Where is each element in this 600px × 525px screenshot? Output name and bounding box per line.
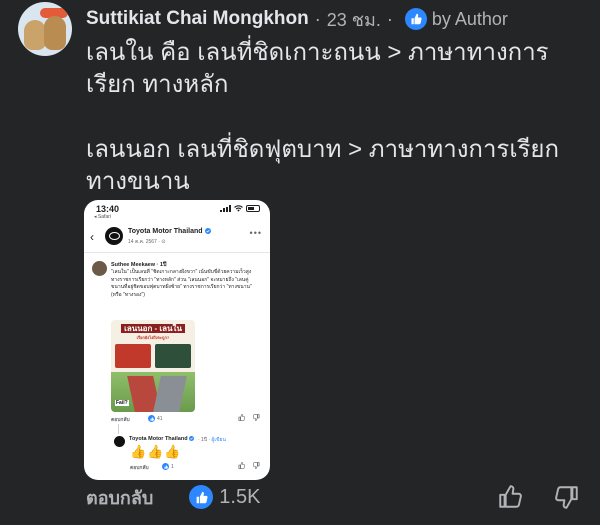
- like-icon: [162, 463, 169, 470]
- reaction-count: 1.5K: [219, 485, 261, 508]
- comment-line-3: เลนนอก เลนที่ชิดฟุตบาท > ภาษาทางการเรียก: [86, 136, 560, 163]
- reply-author-name[interactable]: Toyota Motor Thailand: [129, 436, 195, 442]
- avatar-figure-left: [24, 20, 46, 50]
- status-time: 13:40: [96, 204, 120, 214]
- reply-emoji: 👍👍👍: [130, 444, 182, 459]
- thumbs-down-icon[interactable]: [554, 484, 580, 510]
- like-icon: [148, 415, 155, 422]
- status-app-back: ◂ Safari: [94, 214, 111, 220]
- verified-icon: [189, 436, 195, 442]
- divider: [84, 252, 270, 253]
- comment-timestamp[interactable]: 23 ชม.: [327, 5, 381, 34]
- like-reaction-icon: [189, 485, 214, 509]
- infographic-fail-label: Fail?: [115, 400, 129, 406]
- page-name-text: Toyota Motor Thailand: [128, 228, 203, 235]
- reaction-summary[interactable]: 1.5K: [189, 485, 260, 509]
- separator-dot: ·: [386, 8, 393, 29]
- reaction-count-text: 1: [171, 463, 174, 470]
- battery-icon: [246, 205, 260, 212]
- infographic-panel-red: [115, 344, 151, 368]
- infographic-subtitle: เรียกยังไงถึงจะถูก?: [136, 335, 170, 340]
- reply-link[interactable]: ตอบกลับ: [130, 464, 149, 472]
- wifi-icon: [234, 205, 243, 212]
- comment-actions: [238, 414, 260, 421]
- commenter-text: "เลนใน" เป็นเลนที่ "ชิดเกาะกลางฝั่งขวา" …: [111, 269, 252, 298]
- comment-footer: ตอบกลับ 1.5K: [86, 484, 260, 510]
- reply-author-text: Toyota Motor Thailand: [129, 436, 188, 442]
- reaction-count[interactable]: 1: [162, 463, 174, 470]
- author-name[interactable]: Suttikiat Chai Mongkhon: [86, 8, 309, 30]
- page-name[interactable]: Toyota Motor Thailand: [128, 228, 211, 235]
- separator-dot: ·: [314, 8, 321, 29]
- reaction-count[interactable]: 41: [148, 415, 163, 422]
- reply-button[interactable]: ตอบกลับ: [86, 483, 153, 512]
- toyota-logo-icon: [105, 227, 123, 245]
- comment-line-2: เรียก ทางหลัก: [86, 71, 229, 98]
- attached-screenshot[interactable]: 13:40 ◂ Safari ‹ Toyota Motor Thailand 1…: [84, 200, 270, 480]
- reply-author-badge: ผู้เขียน: [211, 437, 226, 443]
- comment-line-4: ทางขนาน: [86, 168, 190, 195]
- author-badge: by Author: [404, 8, 508, 30]
- thumbs-up-icon[interactable]: [238, 462, 245, 469]
- reply-meta: · 1ปี · ผู้เขียน: [198, 436, 226, 444]
- status-icons: [220, 205, 260, 212]
- thumbs-up-icon[interactable]: [238, 414, 245, 421]
- reply-actions: [238, 462, 260, 469]
- thumbs-up-icon[interactable]: [497, 484, 523, 510]
- toyota-logo-icon: [114, 436, 125, 447]
- thread-line: [118, 424, 119, 434]
- reaction-count-text: 41: [157, 415, 163, 422]
- infographic-image[interactable]: เลนนอก - เลนใน เรียกยังไงถึงจะถูก? Fail?: [111, 320, 195, 412]
- thumbs-down-icon[interactable]: [253, 462, 260, 469]
- infographic-panel-green: [155, 344, 191, 368]
- avatar-figure-right: [44, 16, 66, 50]
- reply-meta-text: · 1ปี ·: [198, 437, 212, 443]
- reply-link[interactable]: ตอบกลับ: [111, 416, 130, 424]
- back-chevron-icon[interactable]: ‹: [90, 230, 94, 244]
- signal-icon: [220, 205, 231, 212]
- thumbs-down-icon[interactable]: [253, 414, 260, 421]
- verified-icon: [204, 228, 211, 235]
- commenter-name[interactable]: Suthee Meekaew · 1ปี: [111, 261, 166, 269]
- more-options-icon[interactable]: •••: [250, 228, 262, 238]
- author-label: by Author: [431, 8, 508, 29]
- page-date: 14 ต.ค. 2567 · ⊙: [128, 239, 166, 245]
- like-badge-icon: [404, 8, 427, 30]
- commenter-avatar[interactable]: [92, 261, 107, 276]
- author-avatar[interactable]: [18, 2, 72, 56]
- comment-line-1: เลนใน คือ เลนที่ชิดเกาะถนน > ภาษาทางการ: [86, 39, 549, 66]
- comment-header: Suttikiat Chai Mongkhon · 23 ชม. · by Au…: [86, 6, 508, 32]
